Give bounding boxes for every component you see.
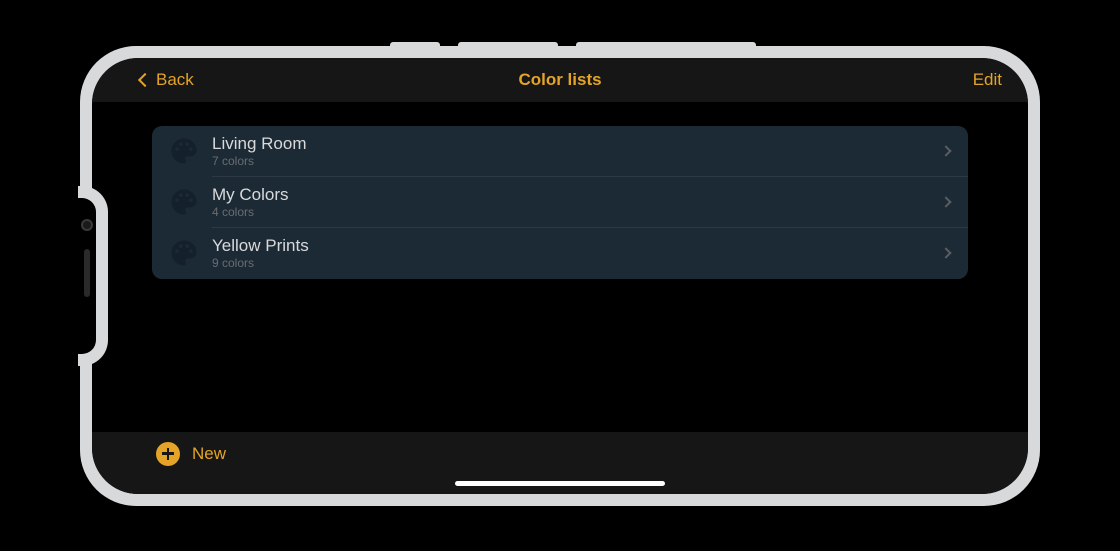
edit-button[interactable]: Edit <box>973 70 1002 90</box>
list-item-text: Living Room 7 colors <box>212 134 942 168</box>
list-item-title: Yellow Prints <box>212 236 942 256</box>
list-item-title: Living Room <box>212 134 942 154</box>
list-item-title: My Colors <box>212 185 942 205</box>
phone-button-bump <box>458 42 558 46</box>
palette-icon <box>166 184 202 220</box>
palette-icon <box>166 133 202 169</box>
list-item-subtitle: 4 colors <box>212 205 942 219</box>
device-notch <box>78 186 108 366</box>
palette-icon <box>166 235 202 271</box>
list-item-my-colors[interactable]: My Colors 4 colors <box>152 177 968 228</box>
home-indicator[interactable] <box>455 481 665 486</box>
front-camera <box>81 219 93 231</box>
list-item-yellow-prints[interactable]: Yellow Prints 9 colors <box>152 228 968 279</box>
back-label: Back <box>156 70 194 90</box>
chevron-right-icon <box>940 247 951 258</box>
list-item-text: My Colors 4 colors <box>212 185 942 219</box>
phone-button-bump <box>390 42 440 46</box>
back-button[interactable]: Back <box>140 70 194 90</box>
bottom-toolbar: New <box>92 432 1028 494</box>
page-title: Color lists <box>518 70 601 90</box>
list-item-subtitle: 9 colors <box>212 256 942 270</box>
content-area: Living Room 7 colors My Colors 4 colors <box>92 102 1028 432</box>
phone-button-bump <box>576 42 756 46</box>
chevron-right-icon <box>940 196 951 207</box>
screen: Back Color lists Edit Living Room 7 colo… <box>92 58 1028 494</box>
chevron-right-icon <box>940 145 951 156</box>
color-lists-card: Living Room 7 colors My Colors 4 colors <box>152 126 968 279</box>
new-label: New <box>192 444 226 464</box>
list-item-text: Yellow Prints 9 colors <box>212 236 942 270</box>
new-button[interactable]: New <box>156 442 226 466</box>
navigation-bar: Back Color lists Edit <box>92 58 1028 102</box>
list-item-subtitle: 7 colors <box>212 154 942 168</box>
phone-frame: Back Color lists Edit Living Room 7 colo… <box>80 46 1040 506</box>
list-item-living-room[interactable]: Living Room 7 colors <box>152 126 968 177</box>
plus-circle-icon <box>156 442 180 466</box>
speaker-grille <box>84 249 90 297</box>
chevron-left-icon <box>138 72 152 86</box>
